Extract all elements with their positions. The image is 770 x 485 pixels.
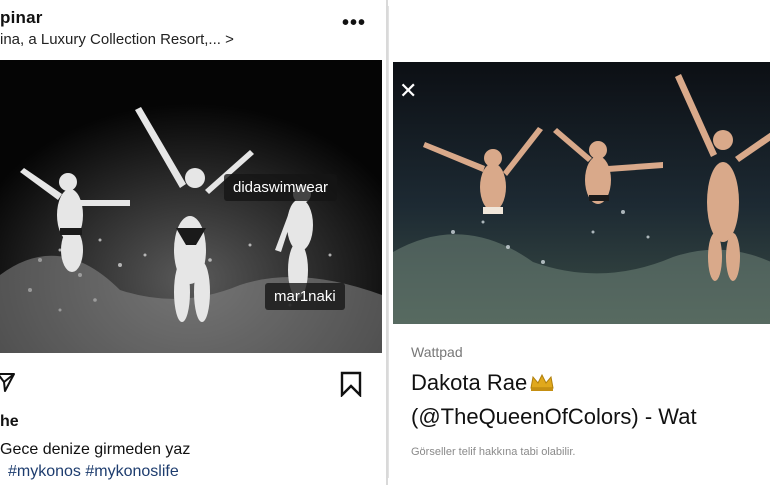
likes-text[interactable]: he bbox=[0, 413, 19, 431]
photo-tag[interactable]: didaswimwear bbox=[224, 174, 338, 201]
crown-icon bbox=[529, 372, 555, 392]
instagram-post: pinar ina, a Luxury Collection Resort,..… bbox=[0, 0, 386, 485]
send-icon[interactable] bbox=[0, 370, 16, 394]
result-title-text[interactable]: Dakota Rae bbox=[411, 370, 527, 395]
wattpad-result: ✕ Wattpad Dakota Rae (@TheQueenOfColors)… bbox=[388, 6, 770, 478]
photo-tag[interactable]: mar1naki bbox=[265, 283, 345, 310]
more-icon[interactable]: ••• bbox=[342, 12, 366, 35]
post-photo[interactable]: didaswimwear mar1naki edaataspinar bbox=[0, 60, 382, 353]
post-username[interactable]: pinar bbox=[0, 8, 43, 28]
result-title-line2[interactable]: (@TheQueenOfColors) - Wat bbox=[411, 404, 697, 430]
beach-night-photo-color bbox=[393, 62, 770, 324]
post-location[interactable]: ina, a Luxury Collection Resort,... > bbox=[0, 31, 234, 48]
result-title-line1[interactable]: Dakota Rae bbox=[411, 370, 555, 396]
result-photo[interactable] bbox=[393, 62, 770, 324]
result-source[interactable]: Wattpad bbox=[411, 344, 463, 360]
bookmark-icon[interactable] bbox=[339, 371, 363, 398]
copyright-note: Görseller telif hakkına tabi olabilir. bbox=[411, 446, 576, 458]
post-hashtags[interactable]: #mykonos #mykonoslife bbox=[8, 463, 179, 481]
post-caption: Gece denize girmeden yaz bbox=[0, 441, 191, 458]
close-icon[interactable]: ✕ bbox=[399, 80, 417, 102]
